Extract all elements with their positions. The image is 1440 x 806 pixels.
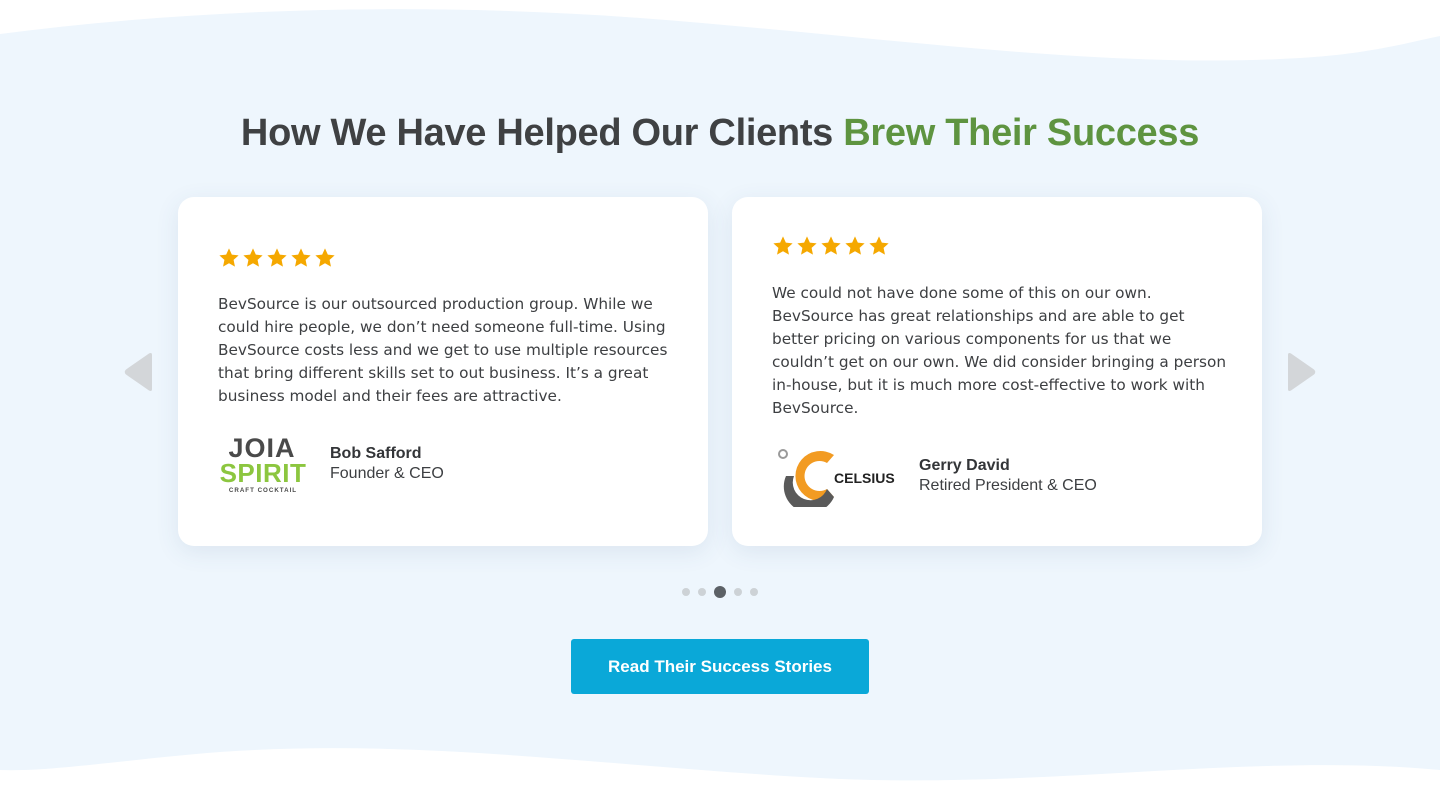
read-success-stories-button[interactable]: Read Their Success Stories: [571, 639, 869, 694]
testimonials-section: How We Have Helped Our Clients Brew Thei…: [0, 0, 1440, 806]
chevron-right-icon: [1288, 353, 1316, 391]
testimonial-author: JOIA SPIRIT CRAFT COCKTAIL Bob Safford F…: [218, 433, 444, 495]
testimonial-card: We could not have done some of this on o…: [732, 197, 1262, 546]
author-name: Bob Safford: [330, 445, 422, 462]
carousel-dot-4[interactable]: [734, 588, 742, 596]
testimonial-card: BevSource is our outsourced production g…: [178, 197, 708, 546]
star-icon: [291, 248, 311, 267]
author-role: Founder & CEO: [330, 465, 444, 482]
star-icon: [869, 236, 889, 255]
star-rating: [218, 247, 336, 269]
testimonial-author: CELSIUS Gerry David Retired President & …: [772, 445, 1097, 507]
star-icon: [845, 236, 865, 255]
star-icon: [219, 248, 239, 267]
previous-arrow[interactable]: [122, 352, 156, 392]
author-name: Gerry David: [919, 457, 1010, 474]
testimonial-quote: BevSource is our outsourced production g…: [218, 295, 668, 405]
author-role: Retired President & CEO: [919, 477, 1097, 494]
star-rating: [772, 235, 890, 257]
logo-line-2: SPIRIT: [220, 458, 307, 488]
section-heading: How We Have Helped Our Clients Brew Thei…: [0, 112, 1440, 155]
carousel-dot-1[interactable]: [682, 588, 690, 596]
star-icon: [243, 248, 263, 267]
next-arrow[interactable]: [1284, 352, 1318, 392]
star-icon: [773, 236, 793, 255]
star-icon: [315, 248, 335, 267]
star-icon: [797, 236, 817, 255]
celsius-logo: CELSIUS: [778, 449, 895, 507]
logo-line-3: CRAFT COCKTAIL: [229, 487, 297, 494]
joia-spirit-logo: JOIA SPIRIT CRAFT COCKTAIL: [220, 433, 307, 494]
testimonial-quote: We could not have done some of this on o…: [772, 284, 1227, 417]
star-icon: [821, 236, 841, 255]
chevron-left-icon: [124, 353, 152, 391]
carousel-dot-2[interactable]: [698, 588, 706, 596]
heading-main: How We Have Helped Our Clients: [240, 112, 844, 154]
carousel-dot-3-active[interactable]: [714, 586, 726, 598]
star-icon: [267, 248, 287, 267]
heading-accent: Brew Their Success: [843, 112, 1200, 154]
carousel-pagination: [0, 586, 1440, 598]
logo-line-1: CELSIUS: [834, 470, 895, 486]
carousel-dot-5[interactable]: [750, 588, 758, 596]
